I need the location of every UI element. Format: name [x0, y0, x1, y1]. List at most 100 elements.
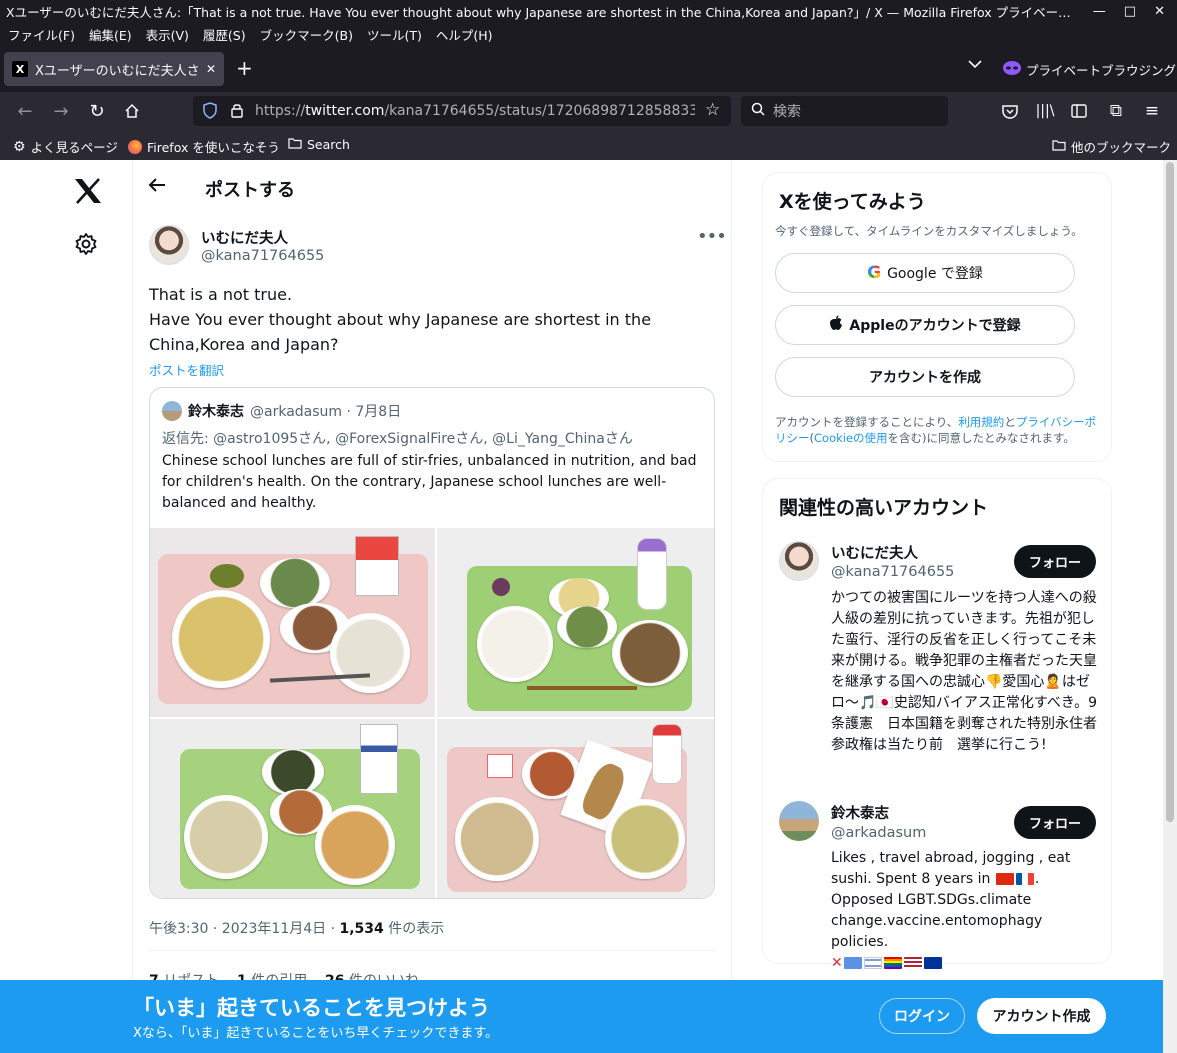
avatar[interactable] [779, 541, 819, 581]
folder-icon [1052, 139, 1066, 154]
terms-link[interactable]: 利用規約 [958, 415, 1004, 429]
post-timestamp[interactable]: 午後3:30 · 2023年11月4日 · [149, 921, 340, 937]
follow-button[interactable]: フォロー [1014, 545, 1096, 578]
apple-signup-button[interactable]: Appleのアカウントで登録 [775, 305, 1075, 345]
close-window-button[interactable]: ✕ [1154, 4, 1165, 19]
create-account-button[interactable]: アカウントを作成 [775, 357, 1075, 397]
bookmark-firefox[interactable]: Firefox を使いこなそう [128, 137, 280, 156]
account-name[interactable]: いむにだ夫人 [831, 542, 918, 563]
lock-icon[interactable] [230, 102, 244, 123]
extensions-icon[interactable]: ⧉ [1103, 99, 1129, 123]
lunch-photo[interactable] [150, 528, 435, 717]
create-account-banner-button[interactable]: アカウント作成 [977, 998, 1106, 1034]
quoted-post-text: Chinese school lunches are full of stir-… [162, 453, 697, 511]
reply-to-text: 返信先: @astro1095さん, @ForexSignalFireさん, @… [162, 431, 633, 447]
minimize-button[interactable]: — [1093, 4, 1106, 19]
sidebar-icon[interactable] [1066, 99, 1092, 123]
back-arrow-icon[interactable] [148, 174, 166, 198]
account-handle[interactable]: @arkadasum [831, 825, 926, 841]
bookmark-search[interactable]: Search [288, 137, 350, 152]
page-scrollbar[interactable] [1163, 160, 1177, 1053]
gear-icon: ⚙ [13, 138, 26, 155]
window-title: Xユーザーのいむにだ夫人さん:「That is a not true. Have… [6, 4, 1081, 20]
account-bio: かつての被害国にルーツを持つ人達への殺人級の差別に抗っていきます。先祖が犯した蛮… [831, 590, 1098, 753]
bookmark-label: 他のブックマーク [1071, 140, 1172, 155]
x-logo-icon[interactable] [74, 174, 102, 212]
post-meta: 午後3:30 · 2023年11月4日 · 1,534 件の表示 [149, 918, 444, 938]
back-arrow-icon[interactable]: ← [12, 99, 38, 123]
list-tabs-chevron-icon[interactable] [968, 58, 982, 73]
related-accounts-title: 関連性の高いアカウント [779, 497, 989, 519]
account-name[interactable]: 鈴木泰志 [831, 802, 889, 823]
navigation-toolbar: ← → ↻ https://twitter.com/kana71764655/s… [0, 92, 1177, 130]
reload-icon[interactable]: ↻ [84, 99, 110, 123]
google-signup-button[interactable]: G Google で登録 [775, 253, 1075, 293]
hamburger-menu-icon[interactable]: ≡ [1139, 99, 1165, 123]
avatar[interactable] [779, 801, 819, 841]
author-handle[interactable]: @kana71764655 [201, 248, 324, 264]
menu-view[interactable]: 表示(V) [146, 25, 189, 44]
lunch-photo[interactable] [150, 719, 435, 898]
page-content: ポストする いむにだ夫人 @kana71764655 ••• That is a… [0, 160, 1163, 1053]
search-icon [751, 102, 765, 120]
china-flag-icon [995, 873, 1014, 885]
forward-arrow-icon[interactable]: → [48, 99, 74, 123]
library-icon[interactable]: |||\ [1032, 99, 1058, 123]
un-flag-icon [843, 957, 862, 969]
avatar[interactable] [149, 225, 189, 265]
view-count: 1,534 [339, 921, 384, 937]
new-tab-button[interactable]: + [236, 56, 253, 80]
account-bio: Likes , travel abroad, jogging , eat sus… [831, 848, 1099, 974]
legal-text-part: アカウントを登録することにより、 [775, 415, 959, 429]
shield-icon[interactable] [203, 102, 217, 123]
bookmark-star-icon[interactable]: ☆ [705, 100, 720, 120]
maximize-button[interactable]: □ [1124, 4, 1136, 19]
bookmarks-toolbar: ⚙ よく見るページ Firefox を使いこなそう Search 他のブックマー… [0, 130, 1177, 160]
bookmark-most-visited[interactable]: ⚙ よく見るページ [13, 137, 118, 156]
lunch-photo[interactable] [437, 528, 714, 717]
tweet-text-line: Have You ever thought about why Japanese… [149, 310, 652, 354]
legal-text-part: を含む)に同意したとみなされます。 [887, 431, 1075, 445]
pocket-icon[interactable] [997, 99, 1023, 123]
author-name[interactable]: いむにだ夫人 [201, 227, 288, 248]
lunch-photo[interactable] [437, 719, 714, 898]
legal-text-part: と [1004, 415, 1016, 429]
more-options-icon[interactable]: ••• [697, 226, 727, 247]
bookmark-other[interactable]: 他のブックマーク [1052, 137, 1171, 156]
menu-history[interactable]: 履歴(S) [203, 25, 246, 44]
tab-title: Xユーザーのいむにだ夫人さん/ [35, 63, 199, 79]
home-icon[interactable] [119, 99, 145, 123]
translate-link[interactable]: ポストを翻訳 [149, 360, 224, 379]
cookie-link[interactable]: Cookieの使用 [814, 431, 888, 445]
banner-subtitle: Xなら、「いま」起きていることをいち早くチェックできます。 [133, 1026, 499, 1041]
menu-bookmarks[interactable]: ブックマーク(B) [260, 25, 353, 44]
quoted-post-media[interactable] [150, 528, 714, 898]
menu-file[interactable]: ファイル(F) [8, 25, 75, 44]
address-bar[interactable]: https://twitter.com/kana71764655/status/… [193, 96, 731, 126]
divider [132, 160, 133, 1053]
menu-tools[interactable]: ツール(T) [367, 25, 422, 44]
tweet-text-line: That is a not true. [149, 285, 293, 304]
url-text[interactable]: https://twitter.com/kana71764655/status/… [255, 103, 695, 119]
signup-card-title: Xを使ってみよう [779, 191, 926, 213]
tab-close-icon[interactable]: ✕ [206, 62, 216, 76]
settings-gear-icon[interactable] [74, 232, 98, 262]
menu-help[interactable]: ヘルプ(H) [436, 25, 493, 44]
browser-tab-active[interactable]: X Xユーザーのいむにだ夫人さん/ ✕ [4, 52, 224, 86]
signup-card: Xを使ってみよう 今すぐ登録して、タイムラインをカスタマイズしましょう。 G G… [762, 172, 1112, 462]
menu-edit[interactable]: 編集(E) [89, 25, 132, 44]
quoted-post[interactable]: 鈴木泰志 @arkadasum · 7月8日 返信先: @astro1095さん… [149, 387, 715, 899]
login-button[interactable]: ログイン [879, 998, 965, 1034]
israel-flag-icon [863, 957, 882, 969]
follow-button[interactable]: フォロー [1014, 806, 1096, 839]
account-handle[interactable]: @kana71764655 [831, 564, 954, 580]
france-flag-icon [1015, 873, 1034, 885]
usa-flag-icon [903, 957, 922, 969]
scrollbar-thumb[interactable] [1166, 162, 1174, 822]
avatar [162, 401, 182, 421]
search-bar[interactable]: 検索 [741, 96, 948, 126]
folder-icon [288, 137, 302, 152]
window-titlebar: Xユーザーのいむにだ夫人さん:「That is a not true. Have… [0, 0, 1177, 22]
divider [149, 950, 715, 951]
menu-bar: ファイル(F) 編集(E) 表示(V) 履歴(S) ブックマーク(B) ツール(… [0, 22, 1177, 46]
